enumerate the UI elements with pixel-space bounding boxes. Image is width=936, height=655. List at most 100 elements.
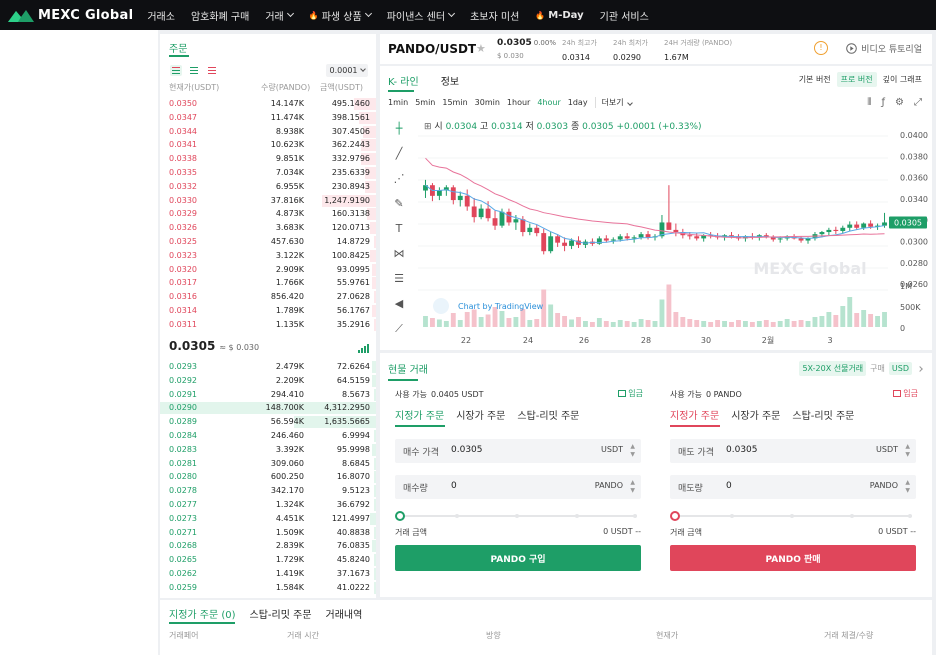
bid-row[interactable]: 0.0290 148.700K 4,312.2950 <box>160 401 376 415</box>
nav-item-0[interactable]: 거래소 <box>147 8 175 23</box>
bid-row[interactable]: 0.0280 600.250 16.8070 <box>160 470 376 484</box>
nav-item-5[interactable]: 초보자 미션 <box>470 8 519 23</box>
interval-5min[interactable]: 5min <box>415 98 435 107</box>
ask-row[interactable]: 0.0316 856.420 27.0628 <box>160 290 376 304</box>
slider-step[interactable] <box>633 514 637 518</box>
deposit-link[interactable]: 입금 <box>893 388 918 399</box>
ask-row[interactable]: 0.0347 11.474K 398.1561 <box>160 111 376 125</box>
view-depth[interactable]: 깊이 그래프 <box>883 74 922 85</box>
view-asks-toggle[interactable] <box>206 65 218 76</box>
settings-icon[interactable]: ⚙ <box>895 97 904 108</box>
warning-icon[interactable]: ! <box>814 41 828 55</box>
bid-row[interactable]: 0.0293 2.479K 72.6264 <box>160 360 376 374</box>
ask-row[interactable]: 0.0338 9.851K 332.9796 <box>160 152 376 166</box>
bid-row[interactable]: 0.0273 4.451K 121.4997 <box>160 512 376 526</box>
mexc-logo[interactable]: MEXC Global <box>8 8 133 23</box>
bid-row[interactable]: 0.0291 294.410 8.5673 <box>160 388 376 402</box>
candlestick-chart[interactable]: ┼╱⋰✎T⋈☰◀⟋MEXC Global⊞ 시 0.0304 고 0.0314 … <box>380 114 932 350</box>
col-filled-amount[interactable]: 거래 체결/수량 <box>824 630 873 641</box>
sell-button[interactable]: PANDO 판매 <box>670 545 916 571</box>
slider-step[interactable] <box>850 514 854 518</box>
bid-row[interactable]: 0.0292 2.209K 64.5159 <box>160 374 376 388</box>
ask-row[interactable]: 0.0311 1.135K 35.2916 <box>160 318 376 332</box>
precision-select[interactable]: 0.0001 <box>326 64 368 77</box>
text-icon[interactable]: T <box>395 222 403 235</box>
interval-more[interactable]: 더보기 <box>594 97 633 108</box>
favorite-star-icon[interactable]: ★ <box>476 42 486 55</box>
bid-row[interactable]: 0.0262 1.419K 37.1673 <box>160 567 376 581</box>
indicator-icon[interactable]: ⫴ <box>867 97 871 108</box>
amount-slider[interactable] <box>395 511 641 521</box>
stepper-icon[interactable]: ▲ ▼ <box>630 443 635 459</box>
tab-limit-order[interactable]: 지정가 주문 <box>395 407 444 422</box>
nav-item-2[interactable]: 거래 <box>265 8 294 23</box>
bid-row[interactable]: 0.0289 56.594K 1,635.5665 <box>160 415 376 429</box>
stepper-icon[interactable]: ▲ ▼ <box>905 479 910 495</box>
interval-15min[interactable]: 15min <box>442 98 467 107</box>
interval-4hour[interactable]: 4hour <box>537 98 560 107</box>
crosshair-icon[interactable]: ┼ <box>395 121 403 135</box>
ask-row[interactable]: 0.0314 1.789K 56.1767 <box>160 304 376 318</box>
col-current-price[interactable]: 현재가 <box>656 630 678 641</box>
ask-row[interactable]: 0.0317 1.766K 55.9761 <box>160 276 376 290</box>
nav-item-3[interactable]: 🔥 파생 상품 <box>309 8 372 23</box>
slider-step[interactable] <box>908 514 912 518</box>
view-basic[interactable]: 기본 버전 <box>799 74 831 85</box>
bid-row[interactable]: 0.0283 3.392K 95.9998 <box>160 443 376 457</box>
measure-icon[interactable]: ⟋ <box>395 322 403 335</box>
bid-row[interactable]: 0.0281 309.060 8.6845 <box>160 457 376 471</box>
slider-step[interactable] <box>730 514 734 518</box>
fullscreen-icon[interactable]: ⤢ <box>914 97 922 108</box>
ask-row[interactable]: 0.0325 457.630 14.8729 <box>160 235 376 249</box>
interval-1hour[interactable]: 1hour <box>507 98 530 107</box>
bid-row[interactable]: 0.0284 246.460 6.9994 <box>160 429 376 443</box>
tab-kline[interactable]: K- 라인 <box>388 73 419 88</box>
slider-step[interactable] <box>575 514 579 518</box>
col-time[interactable]: 거래 시간 <box>287 630 319 641</box>
ask-row[interactable]: 0.0344 8.938K 307.4506 <box>160 125 376 139</box>
futures-tag[interactable]: 5X-20X 선물거래 <box>799 361 867 376</box>
view-bids-toggle[interactable] <box>188 65 200 76</box>
tab-market-order[interactable]: 시장가 주문 <box>456 407 505 422</box>
ruler-icon[interactable]: ☰ <box>394 272 404 285</box>
tab-stop-limit-order[interactable]: 스탑-리밋 주문 <box>517 407 579 422</box>
bid-row[interactable]: 0.0268 2.839K 76.0835 <box>160 539 376 553</box>
tab-stop-limit[interactable]: 스탑-리밋 주문 <box>250 606 312 621</box>
nav-item-1[interactable]: 암호화폐 구매 <box>191 8 249 23</box>
ask-row[interactable]: 0.0320 2.909K 93.0995 <box>160 263 376 277</box>
view-both-toggle[interactable] <box>170 65 182 76</box>
deposit-link[interactable]: 입금 <box>618 388 643 399</box>
interval-1min[interactable]: 1min <box>388 98 408 107</box>
ask-row[interactable]: 0.0335 7.034K 235.6339 <box>160 166 376 180</box>
bid-row[interactable]: 0.0271 1.509K 40.8838 <box>160 526 376 540</box>
stepper-icon[interactable]: ▲ ▼ <box>905 443 910 459</box>
bid-row[interactable]: 0.0278 342.170 9.5123 <box>160 484 376 498</box>
bid-row[interactable]: 0.0277 1.324K 36.6792 <box>160 498 376 512</box>
price-field[interactable]: 매도 가격 0.0305 USDT ▲ ▼ <box>670 439 916 463</box>
amount-slider[interactable] <box>670 511 916 521</box>
slider-knob[interactable] <box>670 511 680 521</box>
buy-button[interactable]: PANDO 구입 <box>395 545 641 571</box>
ask-row[interactable]: 0.0330 37.816K 1,247.9190 <box>160 194 376 208</box>
tab-trade-history[interactable]: 거래내역 <box>326 606 363 621</box>
nav-item-4[interactable]: 파이낸스 센터 <box>387 8 456 23</box>
slider-knob[interactable] <box>395 511 405 521</box>
fx-icon[interactable]: ƒ <box>882 97 886 108</box>
brush-icon[interactable]: ✎ <box>394 197 403 210</box>
video-tutorial-link[interactable]: 비디오 튜토리얼 <box>846 42 922 55</box>
amount-field[interactable]: 매수량 0 PANDO ▲ ▼ <box>395 475 641 499</box>
col-direction[interactable]: 방향 <box>486 630 501 641</box>
ask-row[interactable]: 0.0350 14.147K 495.1460 <box>160 97 376 111</box>
back-arrow-icon[interactable]: ◀ <box>395 297 404 310</box>
ask-row[interactable]: 0.0323 3.122K 100.8425 <box>160 249 376 263</box>
slider-step[interactable] <box>515 514 519 518</box>
slider-step[interactable] <box>455 514 459 518</box>
nav-item-7[interactable]: 기관 서비스 <box>600 8 649 23</box>
ask-row[interactable]: 0.0341 10.623K 362.2443 <box>160 138 376 152</box>
tab-open-orders[interactable]: 지정가 주문 (0) <box>169 606 236 621</box>
fib-icon[interactable]: ⋰ <box>394 172 405 185</box>
bid-row[interactable]: 0.0259 1.584K 41.0222 <box>160 581 376 595</box>
bid-row[interactable]: 0.0265 1.729K 45.8240 <box>160 553 376 567</box>
pattern-icon[interactable]: ⋈ <box>394 247 405 260</box>
slider-step[interactable] <box>790 514 794 518</box>
